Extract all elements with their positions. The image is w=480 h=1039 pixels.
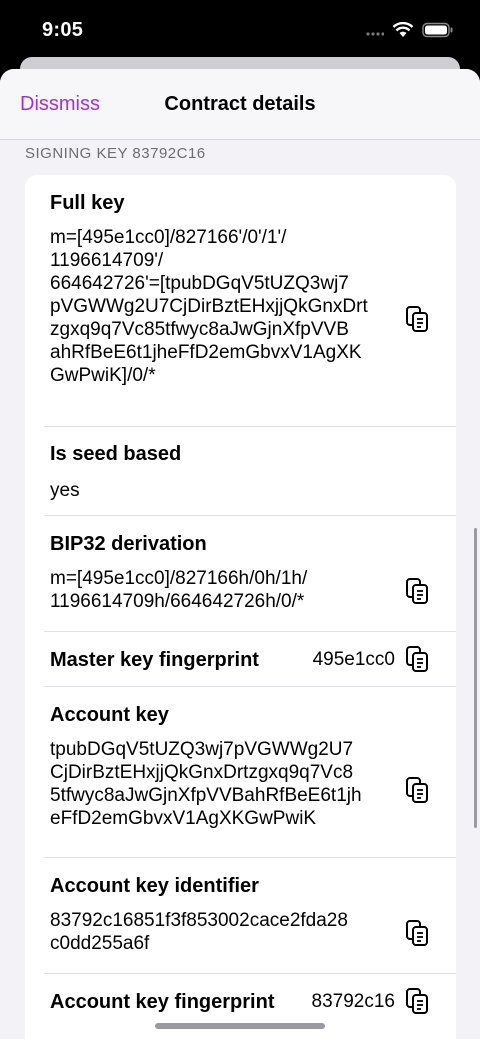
seed-based-label: Is seed based — [50, 443, 182, 465]
master-fingerprint-label: Master key fingerprint — [50, 649, 259, 671]
account-key-row: Account key tpubDGqV5tUZQ3wj7pVGWWg2U7 C… — [25, 687, 456, 857]
bip32-derivation-value[interactable]: m=[495e1cc0]/827166h/0h/1h/ 1196614709h/… — [50, 567, 307, 613]
account-identifier-row: Account key identifier 83792c16851f3f853… — [25, 858, 456, 973]
account-fingerprint-value[interactable]: 83792c16 — [312, 991, 395, 1013]
copy-icon[interactable] — [405, 776, 431, 804]
seed-based-row: Is seed based yes — [25, 427, 456, 515]
copy-icon[interactable] — [405, 919, 431, 947]
status-icons — [366, 22, 454, 38]
account-key-value[interactable]: tpubDGqV5tUZQ3wj7pVGWWg2U7 CjDirBztEHxjj… — [50, 738, 362, 830]
copy-icon[interactable] — [405, 577, 431, 605]
account-fingerprint-label: Account key fingerprint — [50, 991, 275, 1013]
copy-icon[interactable] — [405, 305, 431, 333]
bip32-derivation-label: BIP32 derivation — [50, 533, 207, 555]
full-key-row: Full key m=[495e1cc0]/827166'/0'/1'/ 119… — [25, 175, 456, 426]
navigation-bar: Dissmiss Contract details — [0, 69, 480, 140]
master-fingerprint-row: Master key fingerprint 495e1cc0 — [25, 632, 456, 686]
bip32-derivation-row: BIP32 derivation m=[495e1cc0]/827166h/0h… — [25, 516, 456, 631]
account-identifier-value[interactable]: 83792c16851f3f853002cace2fda28 c0dd255a6… — [50, 909, 348, 955]
section-header: SIGNING KEY 83792C16 — [25, 145, 206, 162]
copy-icon[interactable] — [405, 987, 431, 1015]
status-time: 9:05 — [42, 19, 84, 41]
home-indicator[interactable] — [155, 1023, 325, 1029]
contract-details-sheet: Dissmiss Contract details SIGNING KEY 83… — [0, 69, 480, 1039]
signing-key-card: Full key m=[495e1cc0]/827166'/0'/1'/ 119… — [25, 175, 456, 1039]
wifi-icon — [392, 22, 414, 37]
full-key-label: Full key — [50, 192, 125, 214]
status-bar: 9:05 — [0, 0, 480, 60]
master-fingerprint-value[interactable]: 495e1cc0 — [313, 649, 395, 671]
signal-icon — [366, 32, 384, 36]
battery-icon — [422, 22, 453, 38]
page-title: Contract details — [164, 93, 316, 115]
account-identifier-label: Account key identifier — [50, 875, 259, 897]
full-key-value[interactable]: m=[495e1cc0]/827166'/0'/1'/ 1196614709'/… — [50, 226, 368, 387]
account-key-label: Account key — [50, 704, 169, 726]
scroll-indicator[interactable] — [474, 528, 477, 828]
seed-based-value: yes — [50, 480, 80, 501]
copy-icon[interactable] — [405, 645, 431, 673]
